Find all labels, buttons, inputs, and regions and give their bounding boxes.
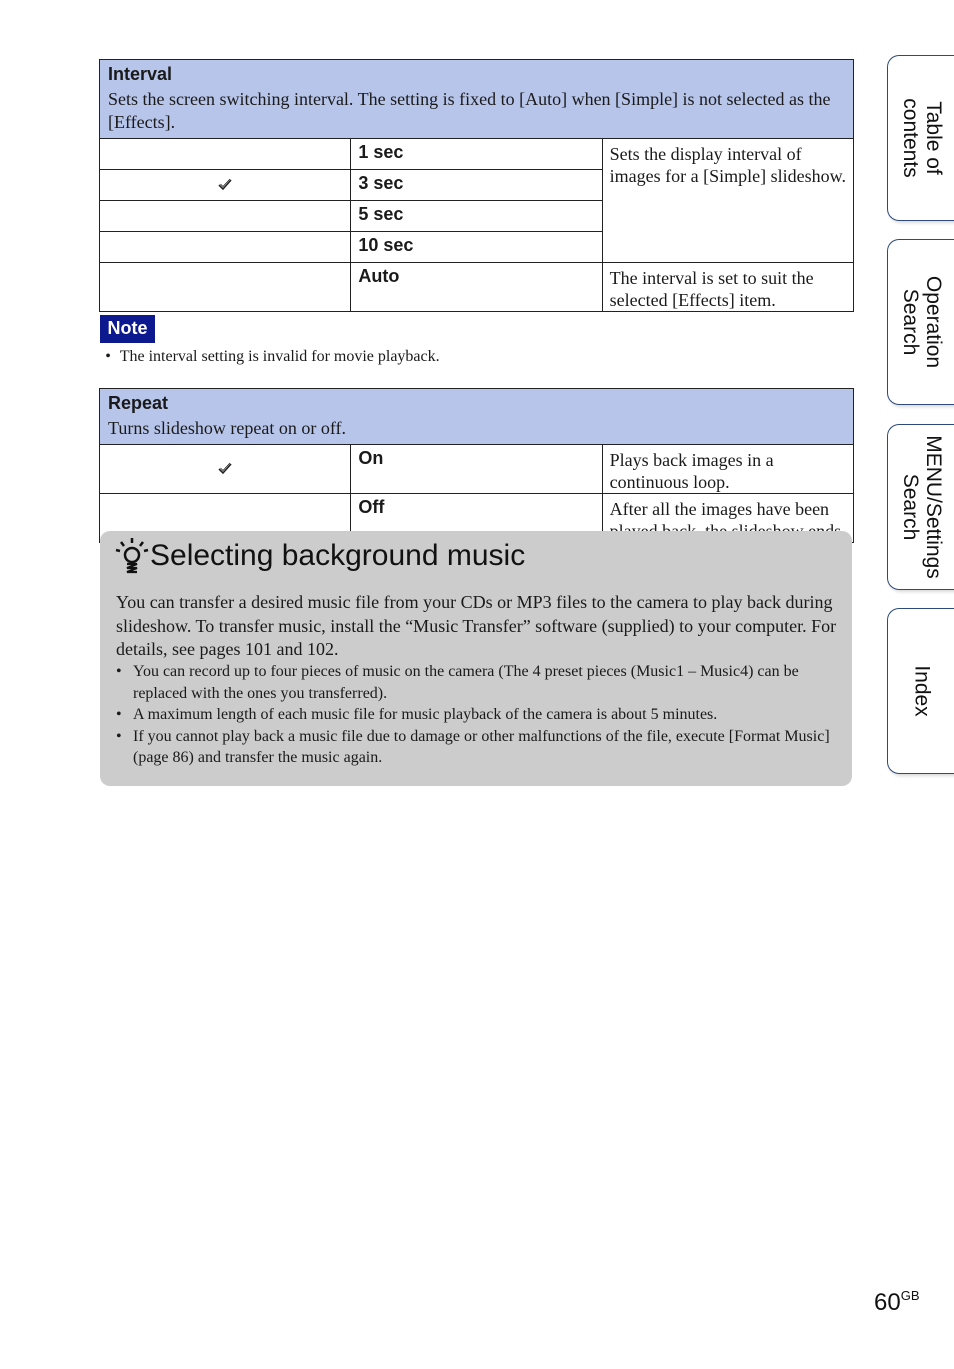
tab-index[interactable]: Index bbox=[887, 608, 954, 774]
note-badge: Note bbox=[100, 315, 155, 343]
tab-menu-settings-search[interactable]: MENU/Settings Search bbox=[887, 424, 954, 590]
option-label[interactable]: 3 sec bbox=[350, 169, 603, 201]
tab-label: Table of contents bbox=[899, 98, 945, 178]
tab-label: Index bbox=[910, 665, 934, 717]
note-item: The interval setting is invalid for movi… bbox=[119, 348, 440, 365]
bullet: • bbox=[116, 727, 122, 745]
check-cell bbox=[98, 169, 352, 201]
tab-operation-search[interactable]: Operation Search bbox=[887, 239, 954, 405]
checkmark-icon bbox=[218, 463, 232, 475]
option-label[interactable]: On bbox=[350, 444, 603, 494]
repeat-title: Repeat bbox=[108, 393, 169, 413]
check-cell bbox=[98, 200, 352, 232]
tip-body: You can transfer a desired music file fr… bbox=[116, 592, 837, 659]
interval-title: Interval bbox=[108, 64, 173, 84]
interval-header: Interval Sets the screen switching inter… bbox=[99, 59, 854, 139]
option-label[interactable]: 1 sec bbox=[350, 138, 603, 170]
interval-description: Sets the screen switching interval. The … bbox=[108, 89, 831, 132]
tab-table-of-contents[interactable]: Table of contents bbox=[887, 55, 954, 221]
tip-title: Selecting background music bbox=[150, 539, 526, 572]
tip-bullets: • You can record up to four pieces of mus… bbox=[114, 661, 836, 769]
list-item: • You can record up to four pieces of mus… bbox=[116, 663, 799, 702]
option-label[interactable]: Auto bbox=[350, 262, 603, 312]
table-row[interactable]: On Plays back images in a continuous loo… bbox=[98, 444, 855, 494]
interval-table: Interval Sets the screen switching inter… bbox=[98, 59, 855, 312]
page-suffix: GB bbox=[900, 1288, 920, 1303]
option-label[interactable]: 10 sec bbox=[350, 231, 603, 263]
tab-label: Operation Search bbox=[899, 275, 945, 369]
lightbulb-icon bbox=[115, 538, 149, 574]
bullet: • bbox=[105, 348, 111, 365]
checkmark-icon bbox=[218, 179, 232, 191]
tip-box: Selecting background music You can trans… bbox=[100, 531, 852, 786]
check-cell bbox=[98, 262, 352, 312]
repeat-header: Repeat Turns slideshow repeat on or off. bbox=[99, 388, 854, 445]
check-cell bbox=[98, 231, 352, 263]
bullet: • bbox=[116, 663, 122, 680]
list-item: • A maximum length of each music file for… bbox=[114, 704, 836, 726]
repeat-table: Repeat Turns slideshow repeat on or off.… bbox=[98, 388, 855, 543]
table-row[interactable]: 1 sec Sets the display interval of image… bbox=[98, 138, 855, 263]
option-description: Sets the display interval of images for … bbox=[601, 138, 855, 263]
option-description: The interval is set to suit the selected… bbox=[601, 262, 855, 312]
tab-label: MENU/Settings Search bbox=[899, 435, 945, 579]
bullet: • bbox=[116, 706, 122, 723]
note-text: • The interval setting is invalid for mo… bbox=[100, 347, 440, 367]
option-label[interactable]: 5 sec bbox=[350, 200, 603, 232]
repeat-description: Turns slideshow repeat on or off. bbox=[108, 418, 346, 438]
list-item: • If you cannot play back a music file du… bbox=[116, 727, 830, 767]
table-row[interactable]: Auto The interval is set to suit the sel… bbox=[98, 262, 855, 312]
check-cell bbox=[98, 444, 352, 494]
check-cell bbox=[98, 138, 352, 170]
option-description: Plays back images in a continuous loop. bbox=[601, 444, 855, 494]
page-number: 60GB bbox=[874, 1288, 920, 1316]
